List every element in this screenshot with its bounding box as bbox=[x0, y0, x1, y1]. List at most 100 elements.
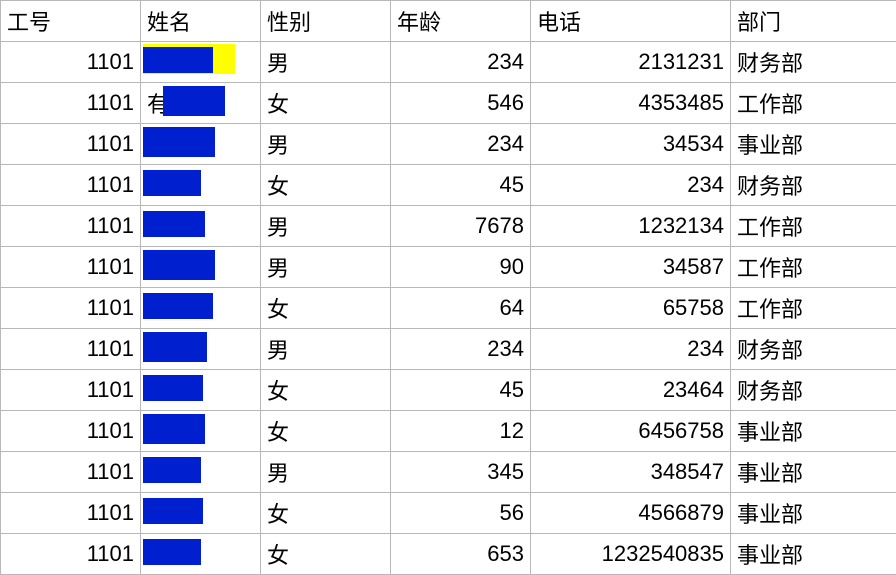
cell-age: 56 bbox=[391, 493, 531, 534]
cell-phone: 2131231 bbox=[531, 42, 731, 83]
cell-age: 64 bbox=[391, 288, 531, 329]
redaction-marker bbox=[143, 498, 203, 524]
cell-gender: 男 bbox=[261, 124, 391, 165]
cell-phone: 23464 bbox=[531, 370, 731, 411]
cell-gender: 男 bbox=[261, 329, 391, 370]
table-row: 1101有女5464353485工作部 bbox=[1, 83, 896, 124]
header-id: 工号 bbox=[1, 1, 141, 42]
cell-dept: 事业部 bbox=[731, 452, 896, 493]
header-dept: 部门 bbox=[731, 1, 896, 42]
cell-name: 有 bbox=[141, 83, 261, 124]
cell-dept: 事业部 bbox=[731, 124, 896, 165]
header-age: 年龄 bbox=[391, 1, 531, 42]
cell-name: 郭嘉 bbox=[141, 165, 261, 206]
cell-phone: 234 bbox=[531, 165, 731, 206]
redaction-marker bbox=[143, 539, 201, 565]
cell-age: 653 bbox=[391, 534, 531, 575]
cell-dept: 财务部 bbox=[731, 42, 896, 83]
cell-id: 1101 bbox=[1, 534, 141, 575]
header-phone: 电话 bbox=[531, 1, 731, 42]
cell-phone: 4566879 bbox=[531, 493, 731, 534]
table-row: 1101陈女4523464财务部 bbox=[1, 370, 896, 411]
table-row: 1101程男76781232134工作部 bbox=[1, 206, 896, 247]
redaction-marker bbox=[143, 414, 205, 444]
cell-gender: 男 bbox=[261, 247, 391, 288]
cell-id: 1101 bbox=[1, 411, 141, 452]
cell-gender: 女 bbox=[261, 411, 391, 452]
cell-phone: 65758 bbox=[531, 288, 731, 329]
cell-id: 1101 bbox=[1, 370, 141, 411]
cell-id: 1101 bbox=[1, 83, 141, 124]
redaction-marker bbox=[143, 47, 213, 73]
cell-phone: 34534 bbox=[531, 124, 731, 165]
cell-phone: 348547 bbox=[531, 452, 731, 493]
cell-gender: 女 bbox=[261, 370, 391, 411]
cell-name bbox=[141, 42, 261, 83]
redaction-marker bbox=[143, 127, 215, 157]
cell-name bbox=[141, 288, 261, 329]
cell-age: 45 bbox=[391, 370, 531, 411]
redaction-marker bbox=[143, 211, 205, 237]
cell-dept: 工作部 bbox=[731, 288, 896, 329]
cell-dept: 工作部 bbox=[731, 206, 896, 247]
cell-dept: 事业部 bbox=[731, 411, 896, 452]
cell-id: 1101 bbox=[1, 165, 141, 206]
cell-gender: 女 bbox=[261, 165, 391, 206]
cell-name: 荀 bbox=[141, 329, 261, 370]
table-row: 1101男2342131231财务部 bbox=[1, 42, 896, 83]
cell-phone: 234 bbox=[531, 329, 731, 370]
cell-name: 满宠 bbox=[141, 493, 261, 534]
cell-age: 234 bbox=[391, 124, 531, 165]
cell-dept: 事业部 bbox=[731, 493, 896, 534]
cell-name: 贾 bbox=[141, 124, 261, 165]
table-header-row: 工号姓名性别年龄电话部门 bbox=[1, 1, 896, 42]
cell-id: 1101 bbox=[1, 247, 141, 288]
cell-phone: 4353485 bbox=[531, 83, 731, 124]
redaction-marker bbox=[143, 170, 201, 196]
table-row: 1101满宠女564566879事业部 bbox=[1, 493, 896, 534]
cell-age: 234 bbox=[391, 42, 531, 83]
cell-gender: 女 bbox=[261, 288, 391, 329]
cell-dept: 工作部 bbox=[731, 83, 896, 124]
cell-name: 陈 bbox=[141, 370, 261, 411]
header-gender: 性别 bbox=[261, 1, 391, 42]
table-row: 1101蒋女6531232540835事业部 bbox=[1, 534, 896, 575]
cell-age: 546 bbox=[391, 83, 531, 124]
cell-phone: 6456758 bbox=[531, 411, 731, 452]
cell-name: 程 bbox=[141, 206, 261, 247]
cell-dept: 财务部 bbox=[731, 370, 896, 411]
redaction-marker bbox=[143, 375, 203, 401]
cell-id: 1101 bbox=[1, 206, 141, 247]
cell-gender: 男 bbox=[261, 452, 391, 493]
redaction-marker bbox=[143, 457, 201, 483]
header-name: 姓名 bbox=[141, 1, 261, 42]
cell-dept: 工作部 bbox=[731, 247, 896, 288]
employee-table: 工号姓名性别年龄电话部门1101男2342131231财务部1101有女5464… bbox=[0, 0, 896, 575]
cell-phone: 34587 bbox=[531, 247, 731, 288]
cell-name bbox=[141, 411, 261, 452]
cell-name: 蒋 bbox=[141, 534, 261, 575]
cell-name: 许 bbox=[141, 452, 261, 493]
cell-phone: 1232540835 bbox=[531, 534, 731, 575]
cell-dept: 事业部 bbox=[731, 534, 896, 575]
table-row: 1101 女6465758工作部 bbox=[1, 288, 896, 329]
redaction-marker bbox=[163, 86, 225, 116]
cell-id: 1101 bbox=[1, 288, 141, 329]
cell-age: 7678 bbox=[391, 206, 531, 247]
cell-id: 1101 bbox=[1, 329, 141, 370]
cell-age: 12 bbox=[391, 411, 531, 452]
cell-phone: 1232134 bbox=[531, 206, 731, 247]
cell-dept: 财务部 bbox=[731, 165, 896, 206]
redaction-marker bbox=[143, 293, 213, 319]
table-row: 1101贾男23434534事业部 bbox=[1, 124, 896, 165]
cell-dept: 财务部 bbox=[731, 329, 896, 370]
table-row: 1101荀男234234财务部 bbox=[1, 329, 896, 370]
cell-id: 1101 bbox=[1, 452, 141, 493]
cell-gender: 男 bbox=[261, 206, 391, 247]
cell-gender: 女 bbox=[261, 83, 391, 124]
cell-age: 90 bbox=[391, 247, 531, 288]
table-row: 1101戏男9034587工作部 bbox=[1, 247, 896, 288]
table-row: 1101许男345348547事业部 bbox=[1, 452, 896, 493]
cell-id: 1101 bbox=[1, 124, 141, 165]
table-row: 1101 女126456758事业部 bbox=[1, 411, 896, 452]
